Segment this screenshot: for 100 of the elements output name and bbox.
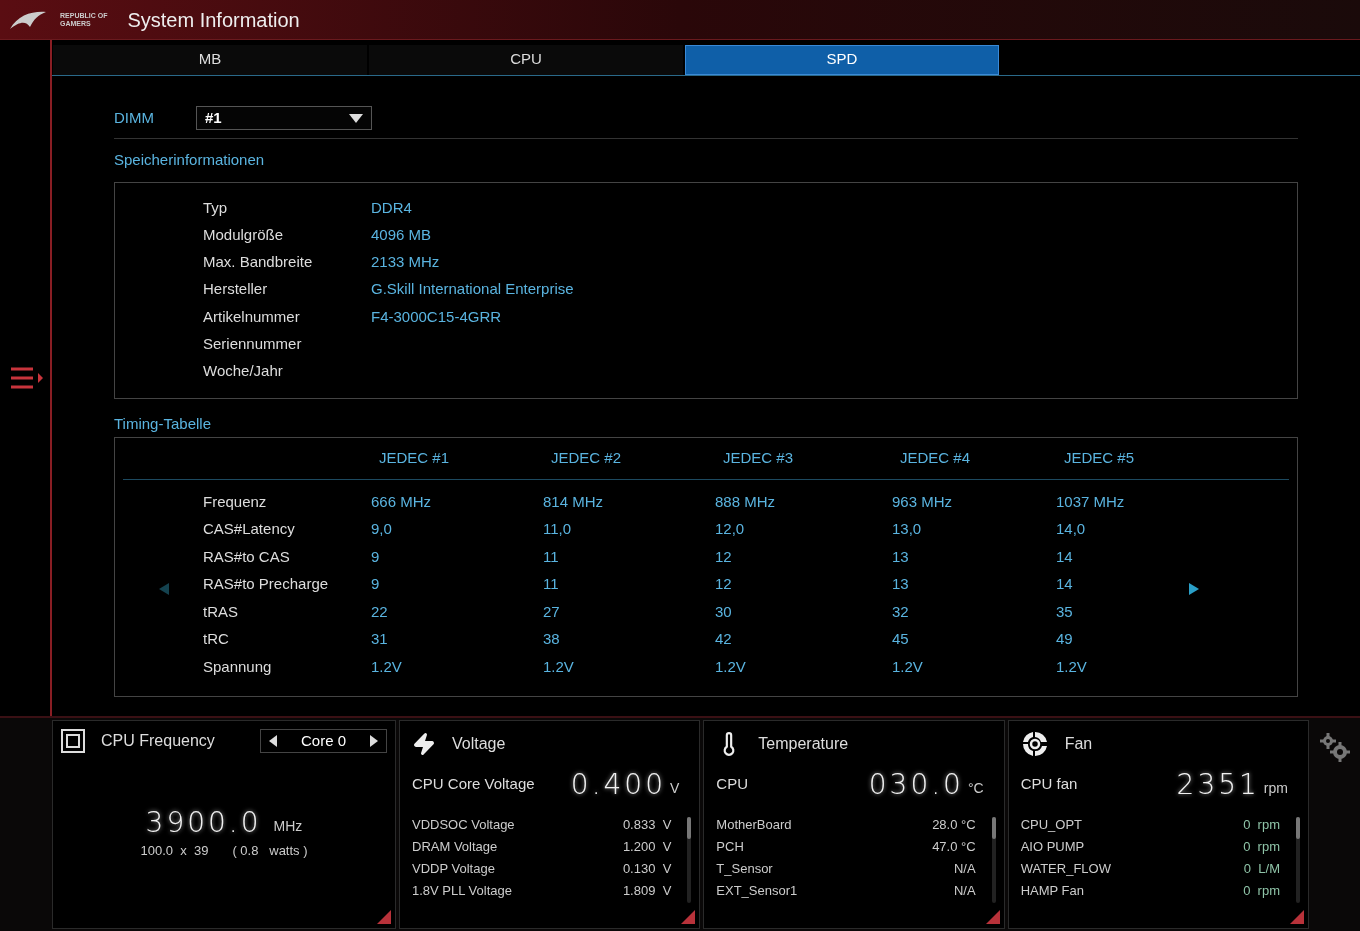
sensor-value: N/A: [954, 882, 976, 899]
table-cell-text: 12: [715, 546, 733, 567]
table-cell-text: 31: [371, 629, 389, 649]
settings-icon[interactable]: [1319, 732, 1351, 762]
table-cell-text: 32: [892, 601, 910, 622]
section-title: Timing-Tabelle: [114, 413, 212, 434]
table-cell-text: 9: [371, 546, 381, 567]
scrollbar[interactable]: [687, 817, 692, 903]
tab[interactable]: MB: [53, 44, 367, 75]
sensor-label: CPU fan: [1020, 773, 1078, 794]
table-cell-text: 13: [892, 546, 910, 567]
corner-triangle-icon[interactable]: [377, 910, 391, 924]
table-cell-text: 1.2V: [371, 656, 403, 677]
column-header: JEDEC #2: [551, 448, 623, 469]
panel-title: CPU Frequency: [101, 731, 215, 751]
table-cell-text: 9,0: [371, 519, 393, 539]
sensor-label: CPU Core Voltage: [412, 773, 535, 794]
sensor-label: AIO PUMP: [1020, 838, 1085, 855]
info-label: Artikelnummer: [203, 306, 301, 327]
sensor-label: WATER_FLOW: [1020, 860, 1111, 877]
table-cell-text: 1.2V: [543, 656, 575, 677]
cpu-chip-icon: [61, 729, 85, 753]
corner-triangle-icon[interactable]: [681, 910, 696, 924]
table-cell-text: 888 MHz: [715, 491, 777, 512]
dimm-label: DIMM: [114, 107, 154, 128]
table-cell-text: 22: [371, 601, 389, 622]
sensor-label: MotherBoard: [716, 816, 792, 833]
table-cell-text: 12,0: [715, 519, 746, 539]
sensor-label: VDDP Voltage: [412, 860, 495, 877]
column-header: JEDEC #5: [1064, 448, 1136, 469]
sensor-label: CPU_OPT: [1020, 816, 1083, 833]
unit-label: V: [670, 779, 680, 798]
sensor-value: 0.130 V: [622, 860, 672, 877]
sensor-label: T_Sensor: [716, 860, 773, 877]
power-text: ( 0.8 watts ): [232, 842, 308, 860]
table-cell-text: 1.2V: [892, 656, 924, 677]
info-label: Hersteller: [203, 279, 269, 300]
corner-triangle-icon[interactable]: [1290, 910, 1304, 924]
row-label: RAS#to CAS: [203, 546, 291, 567]
frequency-reading: 3900.0: [145, 809, 262, 837]
table-cell-text: 11: [543, 546, 560, 567]
section-title: Speicherinformationen: [114, 150, 266, 170]
corner-triangle-icon[interactable]: [985, 910, 1000, 924]
sensor-reading: 2351: [1176, 771, 1260, 799]
core-selector[interactable]: Core 0: [259, 729, 387, 753]
left-arrow-icon[interactable]: [268, 735, 277, 747]
column-header: JEDEC #3: [723, 448, 795, 469]
panel-title: Voltage: [452, 734, 506, 754]
sensor-reading: 0.400: [570, 771, 666, 799]
table-cell-text: 14: [1056, 546, 1074, 567]
sensor-label: HAMP Fan: [1020, 882, 1084, 899]
next-arrow-icon[interactable]: [1189, 583, 1199, 595]
sensor-value: 0 rpm: [1243, 882, 1280, 899]
column-header: JEDEC #4: [900, 448, 972, 469]
dropdown-caret-icon: [349, 113, 363, 123]
row-label: CAS#Latency: [203, 519, 296, 539]
table-cell-text: 11,0: [543, 519, 573, 539]
table-cell-text: 11: [543, 574, 560, 594]
dimm-dropdown[interactable]: #1: [196, 106, 372, 130]
table-cell-text: 14: [1056, 574, 1074, 594]
sensor-value: 28.0 °C: [932, 816, 976, 833]
tab[interactable]: SPD: [685, 44, 999, 75]
sensor-label: CPU: [716, 773, 748, 794]
table-cell-text: 14,0: [1056, 519, 1087, 539]
table-cell-text: 963 MHz: [892, 491, 954, 512]
table-cell-text: 1037 MHz: [1056, 491, 1126, 512]
info-label: Seriennummer: [203, 334, 303, 354]
unit-label: rpm: [1263, 779, 1288, 798]
panel-title: Temperature: [758, 734, 849, 754]
table-cell-text: 49: [1056, 629, 1074, 649]
fan-icon: [1020, 730, 1049, 758]
table-cell-text: 666 MHz: [371, 491, 433, 512]
info-label: Max. Bandbreite: [203, 252, 314, 273]
info-value: 2133 MHz: [371, 252, 440, 273]
table-cell-text: 1.2V: [1056, 656, 1088, 677]
table-cell-text: 814 MHz: [543, 491, 605, 512]
panel-title: Fan: [1064, 734, 1093, 754]
info-value: DDR4: [371, 197, 412, 218]
info-value: F4-3000C15-4GRR: [371, 306, 502, 327]
row-label: Frequenz: [203, 491, 268, 512]
table-cell-text: 9: [371, 574, 381, 594]
unit-label: °C: [967, 779, 984, 798]
info-label: Modulgröße: [203, 224, 285, 245]
row-label: Spannung: [203, 656, 273, 677]
info-value: G.Skill International Enterprise: [371, 279, 574, 300]
right-arrow-icon[interactable]: [370, 735, 378, 747]
table-cell-text: 35: [1056, 601, 1074, 622]
scrollbar[interactable]: [1296, 817, 1300, 903]
table-cell-text: 27: [543, 601, 561, 622]
table-cell-text: 13: [892, 574, 910, 594]
info-label: Woche/Jahr: [203, 361, 284, 382]
window-title: System Information: [127, 7, 300, 33]
sensor-value: N/A: [954, 860, 976, 877]
sensor-value: 1.200 V: [622, 838, 672, 855]
table-cell-text: 30: [715, 601, 733, 622]
sensor-label: DRAM Voltage: [412, 838, 498, 855]
column-header: JEDEC #1: [379, 448, 451, 469]
scrollbar[interactable]: [991, 817, 996, 903]
sensor-value: 0 rpm: [1243, 816, 1280, 833]
tab[interactable]: CPU: [369, 44, 683, 75]
